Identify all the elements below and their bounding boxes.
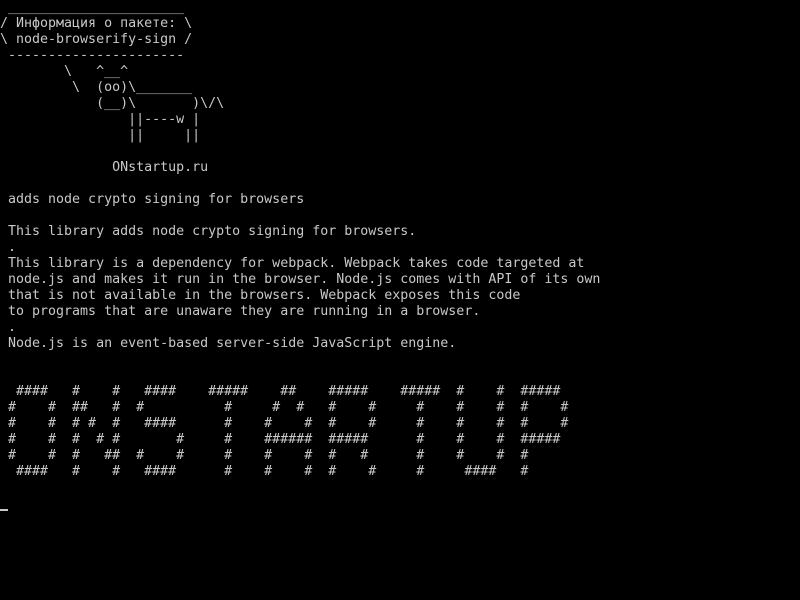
terminal-screen[interactable]: ______________________ / Информация о па… <box>0 0 800 600</box>
big-banner-line: # # # ## # # # # # # # # # # # <box>0 448 529 463</box>
package-summary: adds node crypto signing for browsers <box>0 192 305 207</box>
description-line: This library adds node crypto signing fo… <box>0 224 417 239</box>
big-banner-line: # # # # # #### # # # # # # # # # # <box>0 416 569 431</box>
cow-art-line: \ ^__^ <box>0 64 129 79</box>
description-line: that is not available in the browsers. W… <box>0 288 521 303</box>
description-line: to programs that are unaware they are ru… <box>0 304 481 319</box>
description-line: Node.js is an event-based server-side Ja… <box>0 336 457 351</box>
cow-art-line: (__)\ )\/\ <box>0 96 225 111</box>
big-banner-line: #### # # #### ##### ## ##### ##### # # #… <box>0 384 561 399</box>
big-banner-line: # # # # # # # ###### ##### # # # ##### <box>0 432 561 447</box>
banner-bottom-rule: ---------------------- <box>0 48 185 63</box>
cow-art-line: ||----w | <box>0 112 201 127</box>
description-line: node.js and makes it run in the browser.… <box>0 272 601 287</box>
banner-top-rule: ______________________ <box>0 0 185 15</box>
cow-art-line: || || <box>0 128 201 143</box>
big-banner-line: # # ## # # # # # # # # # # # # <box>0 400 569 415</box>
cow-art-line: \ (oo)\_______ <box>0 80 193 95</box>
description-line: This library is a dependency for webpack… <box>0 256 585 271</box>
big-banner-line: #### # # #### # # # # # # #### # <box>0 464 529 479</box>
description-line: . <box>0 320 17 335</box>
banner-package-name: \ node-browserify-sign / <box>0 32 193 47</box>
banner-title-line: / Информация о пакете: \ <box>0 16 193 31</box>
description-line: . <box>0 240 17 255</box>
text-cursor <box>0 509 8 511</box>
site-label: ONstartup.ru <box>0 160 209 175</box>
